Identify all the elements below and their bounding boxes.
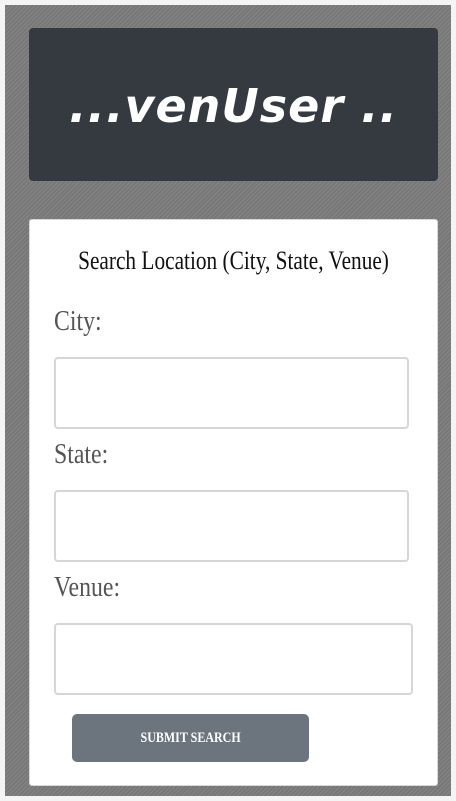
city-input[interactable] (54, 357, 409, 429)
state-label: State: (54, 439, 109, 470)
search-form-card: Search Location (City, State, Venue) Cit… (29, 219, 438, 786)
venue-input[interactable] (54, 623, 413, 695)
brand-logo-text: ...venUser .. (69, 78, 398, 133)
page-background: ...venUser .. Search Location (City, Sta… (5, 5, 451, 796)
city-label: City: (54, 306, 102, 337)
state-input[interactable] (54, 490, 409, 562)
site-header: ...venUser .. (29, 28, 438, 181)
submit-search-label: SUBMIT SEARCH (140, 729, 241, 746)
submit-search-button[interactable]: SUBMIT SEARCH (72, 714, 309, 762)
venue-label: Venue: (54, 572, 121, 603)
search-form-title: Search Location (City, State, Venue) (78, 246, 389, 275)
